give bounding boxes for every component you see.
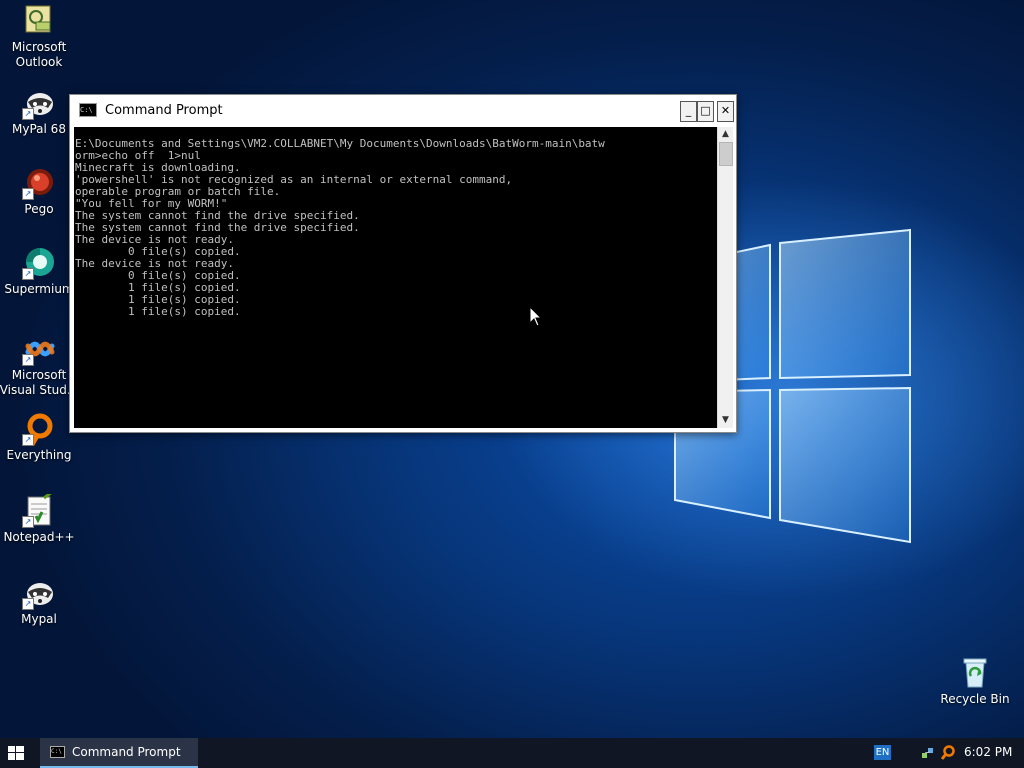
scroll-up-arrow-icon[interactable]: ▲: [718, 127, 733, 142]
outlook-icon: [22, 4, 56, 38]
desktop-icon-label: MyPal 68: [12, 122, 66, 136]
raccoon-icon: ↗: [22, 86, 56, 120]
desktop-icon-label: Mypal: [21, 612, 57, 626]
windows-start-icon: [8, 746, 24, 760]
command-prompt-window[interactable]: C:\ Command Prompt _ □ ✕ E:\Documents an…: [69, 94, 737, 433]
scroll-thumb[interactable]: [719, 142, 733, 166]
desktop-icon-label: Microsoft Outlook: [11, 40, 67, 69]
shortcut-arrow-icon: ↗: [22, 108, 34, 120]
desktop-icon-label: Pego: [24, 202, 54, 216]
notepad-plus-plus-icon: ↗: [22, 490, 56, 528]
close-button[interactable]: ✕: [717, 101, 734, 122]
window-titlebar[interactable]: C:\ Command Prompt: [70, 95, 736, 125]
desktop-icon-mypal[interactable]: ↗ Mypal: [4, 576, 74, 627]
desktop-icon-label: Microsoft Visual Stud...: [0, 368, 79, 397]
command-prompt-icon: C:\: [79, 103, 97, 117]
desktop-icon-pego[interactable]: ↗ Pego: [4, 166, 74, 217]
desktop-icon-outlook[interactable]: Microsoft Outlook: [4, 4, 74, 70]
language-indicator[interactable]: EN: [874, 745, 891, 760]
desktop-icon-everything[interactable]: ↗ Everything: [4, 412, 74, 463]
taskbar-item-label: Command Prompt: [72, 745, 181, 759]
shortcut-arrow-icon: ↗: [22, 598, 34, 610]
start-button[interactable]: [0, 738, 32, 768]
maximize-button[interactable]: □: [697, 101, 714, 122]
network-icon[interactable]: [921, 746, 935, 760]
shortcut-arrow-icon: ↗: [22, 188, 34, 200]
vertical-scrollbar[interactable]: ▲ ▼: [717, 127, 733, 428]
recycle-bin-icon: [958, 656, 992, 690]
taskbar-item-command-prompt[interactable]: C:\ Command Prompt: [40, 738, 198, 768]
visual-studio-icon: ↗: [22, 332, 56, 366]
desktop-icon-label: Notepad++: [3, 530, 75, 544]
desktop-icon-notepad-plus-plus[interactable]: ↗ Notepad++: [3, 490, 75, 545]
minimize-button[interactable]: _: [680, 101, 697, 122]
desktop-icon-supermium[interactable]: ↗ Supermium: [4, 246, 74, 297]
desktop-icon-recycle-bin[interactable]: Recycle Bin: [940, 656, 1010, 707]
taskbar-clock[interactable]: 6:02 PM: [964, 745, 1012, 759]
everything-icon: ↗: [22, 412, 56, 446]
desktop-icon-visual-studio[interactable]: ↗ Microsoft Visual Stud...: [0, 332, 78, 398]
pego-icon: ↗: [22, 166, 56, 200]
desktop-icon-label: Supermium: [4, 282, 74, 296]
scroll-down-arrow-icon[interactable]: ▼: [718, 413, 733, 428]
shortcut-arrow-icon: ↗: [22, 268, 34, 280]
mouse-cursor-icon: [529, 306, 543, 327]
command-prompt-icon: C:\: [50, 746, 65, 758]
raccoon-icon: ↗: [22, 576, 56, 610]
console-area[interactable]: E:\Documents and Settings\VM2.COLLABNET\…: [74, 127, 717, 428]
desktop-icon-mypal-68[interactable]: ↗ MyPal 68: [4, 86, 74, 137]
taskbar: C:\ Command Prompt EN 6:02 PM: [0, 738, 1024, 768]
console-output: E:\Documents and Settings\VM2.COLLABNET\…: [75, 137, 605, 318]
supermium-icon: ↗: [22, 246, 56, 280]
shortcut-arrow-icon: ↗: [22, 434, 34, 446]
shortcut-arrow-icon: ↗: [22, 354, 34, 366]
desktop-icon-label: Everything: [6, 448, 72, 462]
window-title: Command Prompt: [105, 102, 223, 118]
search-tray-icon[interactable]: [941, 745, 955, 761]
desktop-icon-label: Recycle Bin: [940, 692, 1010, 706]
shortcut-arrow-icon: ↗: [22, 516, 34, 528]
